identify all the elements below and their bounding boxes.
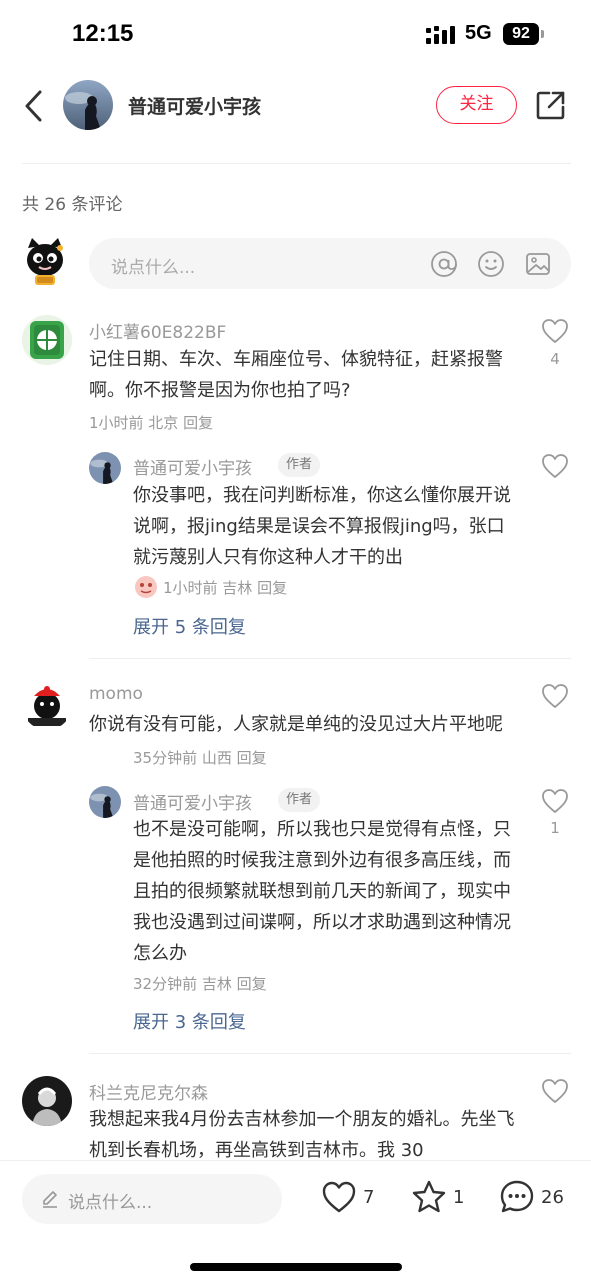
status-bar: 12:15 5G 92: [0, 0, 591, 70]
follow-button[interactable]: 关注: [436, 86, 517, 124]
star-icon[interactable]: [411, 1179, 447, 1215]
reply-author-name[interactable]: 普通可爱小宇孩: [133, 454, 252, 479]
expand-replies-link[interactable]: 展开 3 条回复: [133, 1008, 246, 1034]
reply-author-name[interactable]: 普通可爱小宇孩: [133, 789, 252, 814]
heart-icon[interactable]: [541, 683, 569, 709]
emoji-icon[interactable]: [477, 250, 505, 278]
sticker-icon: [135, 576, 157, 598]
comment-text: 你说有没有可能，人家就是单纯的没见过大片平地呢: [89, 714, 503, 735]
bottom-input-placeholder: 说点什么...: [68, 1193, 153, 1213]
bottom-action-bar: 说点什么... 7 1 26: [0, 1160, 591, 1280]
commenter-avatar[interactable]: [22, 315, 72, 365]
share-icon[interactable]: [534, 88, 568, 122]
like-count: 1: [550, 819, 560, 837]
reply-text: 你没事吧，我在问判断标准，你这么懂你展开说说啊，报jing结果是误会不算报假ji…: [133, 485, 511, 568]
pencil-icon: [43, 1191, 57, 1208]
comment-meta[interactable]: 35分钟前 山西 回复: [133, 747, 267, 768]
reply-meta[interactable]: 32分钟前 吉林 回复: [133, 973, 267, 994]
comment-input[interactable]: 说点什么...: [89, 238, 571, 289]
heart-icon[interactable]: [541, 788, 569, 814]
author-name[interactable]: 普通可爱小宇孩: [128, 92, 261, 119]
author-avatar[interactable]: [63, 80, 113, 130]
reply-avatar[interactable]: [89, 452, 121, 484]
image-icon[interactable]: [524, 250, 552, 278]
author-badge: 作者: [278, 788, 321, 812]
comment-divider: [89, 1053, 571, 1054]
commenter-avatar[interactable]: [22, 680, 72, 730]
author-badge: 作者: [278, 453, 321, 477]
battery-tip: [541, 30, 544, 38]
commenter-avatar[interactable]: [22, 1076, 72, 1126]
my-avatar: [22, 238, 68, 288]
comment-count: 共 26 条评论: [22, 195, 123, 215]
comment-divider: [89, 658, 571, 659]
heart-icon[interactable]: [541, 1078, 569, 1104]
commenter-name[interactable]: 科兰克尼克尔森: [89, 1079, 208, 1104]
heart-icon[interactable]: [541, 453, 569, 479]
reply-text: 也不是没可能啊，所以我也只是觉得有点怪，只是他拍照的时候我注意到外边有很多高压线…: [133, 819, 511, 964]
reply-avatar[interactable]: [89, 786, 121, 818]
commenter-name[interactable]: 小红薯60E822BF: [89, 318, 226, 343]
comment-meta[interactable]: 1小时前 北京 回复: [89, 412, 213, 433]
like-total: 7: [363, 1187, 375, 1208]
network-label: 5G: [465, 22, 492, 44]
comment-text: 我想起来我4月份去吉林参加一个朋友的婚礼。先坐飞机到长春机场，再坐高铁到吉林市。…: [89, 1109, 515, 1161]
reply-meta[interactable]: 1小时前 吉林 回复: [163, 577, 287, 598]
bottom-comment-input[interactable]: 说点什么...: [22, 1174, 282, 1224]
back-icon[interactable]: [20, 88, 50, 124]
signal-icon: [426, 26, 455, 44]
at-icon[interactable]: [430, 250, 458, 278]
commenter-name[interactable]: momo: [89, 684, 143, 704]
heart-icon[interactable]: [321, 1179, 357, 1215]
comment-input-placeholder: 说点什么...: [111, 258, 196, 278]
battery-icon: 92: [503, 23, 539, 45]
heart-icon[interactable]: [541, 318, 569, 344]
comment-text: 记住日期、车次、车厢座位号、体貌特征，赶紧报警啊。你不报警是因为你也拍了吗?: [89, 349, 503, 401]
header-divider: [22, 163, 571, 164]
note-header: 普通可爱小宇孩 关注: [0, 70, 591, 164]
home-indicator: [190, 1263, 402, 1271]
comment-icon[interactable]: [499, 1179, 535, 1215]
status-time: 12:15: [72, 20, 134, 47]
like-count: 4: [550, 350, 560, 368]
comment-total: 26: [541, 1187, 564, 1208]
favorite-total: 1: [453, 1187, 465, 1208]
expand-replies-link[interactable]: 展开 5 条回复: [133, 613, 246, 639]
